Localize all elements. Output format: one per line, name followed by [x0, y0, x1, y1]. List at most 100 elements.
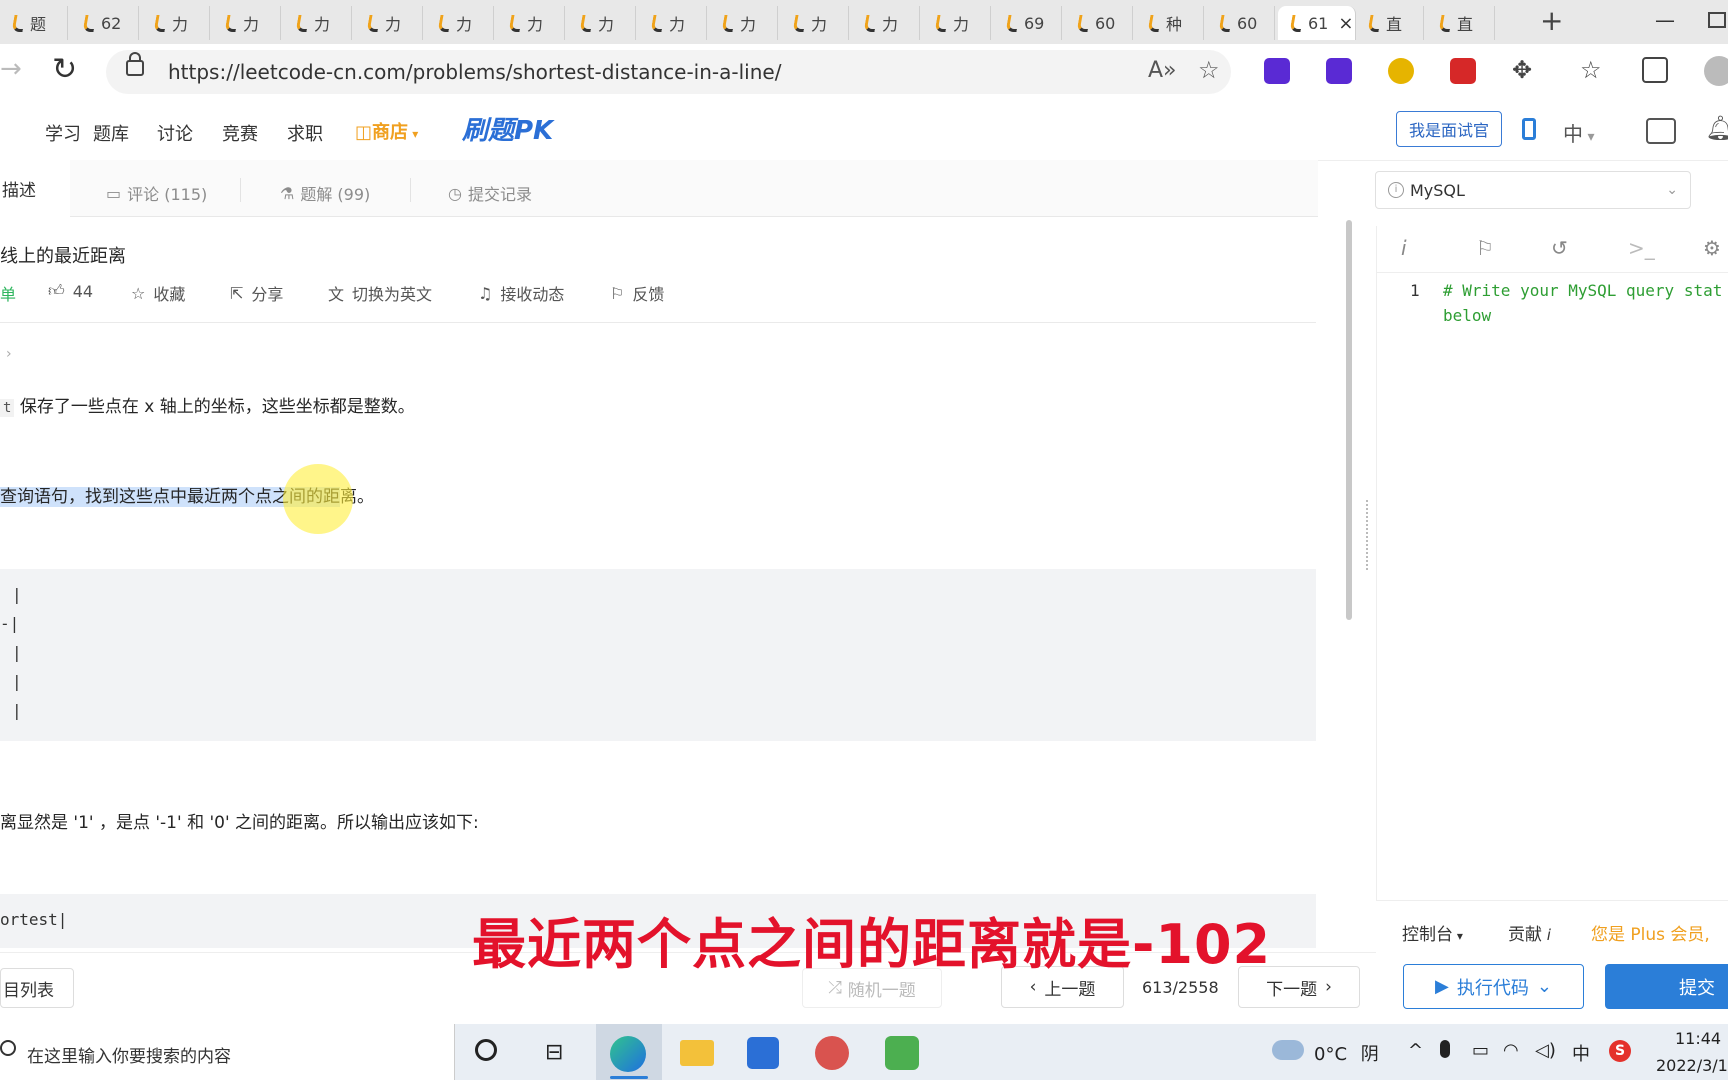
favorite-button[interactable]: ☆ 收藏: [131, 281, 185, 305]
nav-learn[interactable]: 学习: [45, 120, 81, 146]
like-button[interactable]: 👍︎ 44: [48, 281, 93, 301]
browser-tab[interactable]: 60: [1207, 6, 1275, 40]
nav-contest[interactable]: 竞赛: [222, 120, 258, 146]
tab-description[interactable]: 描述: [0, 160, 70, 217]
restore-window-icon[interactable]: [1708, 12, 1726, 28]
language-select[interactable]: i MySQL ⌄: [1375, 171, 1691, 209]
new-tab-button[interactable]: +: [1540, 4, 1563, 37]
task-view-icon[interactable]: ⊟: [545, 1040, 563, 1065]
feedback-button[interactable]: ⚐ 反馈: [610, 281, 664, 305]
extension-3-icon[interactable]: [1388, 58, 1414, 84]
weather-widget[interactable]: 0°C 阴: [1314, 1040, 1379, 1066]
nav-problems[interactable]: 题库: [93, 120, 129, 146]
notification-bell-icon[interactable]: 🔔︎: [1705, 114, 1728, 142]
tab-submissions[interactable]: ◷ 提交记录: [448, 181, 532, 205]
browser-tab[interactable]: 力: [213, 6, 281, 40]
nav-discuss[interactable]: 讨论: [157, 120, 193, 146]
refresh-icon[interactable]: ↻: [52, 52, 77, 87]
cortana-icon[interactable]: [475, 1039, 497, 1061]
app-icon[interactable]: [815, 1036, 849, 1070]
extension-2-icon[interactable]: [1326, 58, 1352, 84]
microphone-icon[interactable]: [1440, 1040, 1450, 1058]
scrollbar[interactable]: [1346, 220, 1352, 620]
nav-jobs[interactable]: 求职: [287, 120, 323, 146]
interviewer-button[interactable]: 我是面试官: [1396, 111, 1502, 147]
battery-icon[interactable]: ▭: [1472, 1040, 1489, 1061]
wifi-icon[interactable]: ◠: [1503, 1040, 1519, 1061]
url-text[interactable]: https://leetcode-cn.com/problems/shortes…: [168, 60, 781, 84]
browser-tab[interactable]: 力: [568, 6, 636, 40]
browser-tab[interactable]: 力: [497, 6, 565, 40]
taskbar-search-placeholder[interactable]: 在这里输入你要搜索的内容: [27, 1042, 231, 1067]
browser-tab[interactable]: 力: [710, 6, 778, 40]
console-prompt-icon[interactable]: >_: [1628, 236, 1655, 260]
follow-button[interactable]: ♫ 接收动态: [478, 281, 564, 305]
search-icon[interactable]: [0, 1040, 16, 1056]
playground-icon[interactable]: [1646, 118, 1676, 144]
tab-comments[interactable]: ▭ 评论 (115): [106, 181, 207, 205]
browser-tab[interactable]: 61 ×: [1278, 6, 1356, 40]
browser-tab[interactable]: 力: [781, 6, 849, 40]
contribute-button[interactable]: 贡献 i: [1508, 920, 1551, 945]
weather-cloud-icon[interactable]: [1272, 1040, 1304, 1060]
profile-avatar[interactable]: [1704, 56, 1728, 86]
edge-browser-icon[interactable]: [610, 1036, 646, 1072]
chevron-right-icon[interactable]: ›: [6, 346, 12, 362]
clock-date[interactable]: 2022/3/1: [1656, 1056, 1728, 1075]
switch-english-button[interactable]: 文切换为英文: [328, 281, 432, 305]
file-explorer-icon[interactable]: [680, 1040, 714, 1066]
editor-code-line[interactable]: below: [1443, 306, 1491, 325]
close-tab-icon[interactable]: ×: [1338, 13, 1353, 34]
code-line: |: [12, 585, 22, 604]
lock-icon[interactable]: [126, 52, 144, 76]
ime-indicator[interactable]: 中: [1572, 1040, 1590, 1066]
sogou-ime-icon[interactable]: S: [1609, 1040, 1631, 1062]
tab-solutions[interactable]: ⚗ 题解 (99): [280, 181, 370, 205]
browser-tab-label: 力: [385, 15, 402, 34]
back-arrow-icon[interactable]: →: [0, 54, 22, 84]
console-button[interactable]: 控制台 ▾: [1402, 920, 1463, 945]
browser-tab[interactable]: 力: [284, 6, 352, 40]
add-favorite-icon[interactable]: ☆: [1198, 56, 1220, 84]
extensions-puzzle-icon[interactable]: ✥: [1512, 56, 1532, 84]
extension-4-icon[interactable]: [1450, 58, 1476, 84]
collections-icon[interactable]: [1642, 57, 1668, 83]
info-icon[interactable]: i: [1401, 236, 1407, 260]
favorites-icon[interactable]: ☆: [1580, 56, 1602, 84]
minimize-button[interactable]: —: [1655, 8, 1675, 32]
run-flag-icon[interactable]: ⚐: [1476, 236, 1494, 260]
browser-tab[interactable]: 直: [1356, 6, 1424, 40]
read-aloud-icon[interactable]: A»: [1148, 58, 1177, 83]
browser-tab[interactable]: 69: [994, 6, 1062, 40]
browser-tab[interactable]: 力: [142, 6, 210, 40]
browser-tab[interactable]: 力: [852, 6, 920, 40]
browser-tab[interactable]: 60: [1065, 6, 1133, 40]
clock-time[interactable]: 11:44: [1675, 1029, 1721, 1048]
mobile-icon[interactable]: [1522, 118, 1536, 140]
nav-pk-logo[interactable]: 刷题PK: [462, 110, 553, 147]
divider: [410, 178, 411, 202]
share-button[interactable]: ⇱ 分享: [230, 281, 283, 305]
run-code-button[interactable]: ▶ 执行代码 ⌄: [1403, 964, 1584, 1009]
reset-icon[interactable]: ↺: [1551, 236, 1568, 260]
language-switch[interactable]: 中 ▾: [1563, 118, 1594, 147]
browser-tab[interactable]: 种: [1136, 6, 1204, 40]
browser-tab[interactable]: 题: [0, 6, 68, 40]
browser-tab[interactable]: 力: [426, 6, 494, 40]
browser-tab[interactable]: 力: [355, 6, 423, 40]
chevron-up-icon[interactable]: ^: [1408, 1040, 1423, 1061]
browser-tab[interactable]: 力: [923, 6, 991, 40]
volume-icon[interactable]: ◁): [1535, 1040, 1556, 1061]
browser-tab[interactable]: 直: [1427, 6, 1495, 40]
nav-store[interactable]: ◫商店 ▾: [355, 118, 418, 144]
store-icon[interactable]: [747, 1037, 779, 1069]
submit-button[interactable]: 提交: [1605, 964, 1728, 1009]
extension-1-icon[interactable]: [1264, 58, 1290, 84]
app-icon[interactable]: [885, 1036, 919, 1070]
editor-code-line[interactable]: # Write your MySQL query stat: [1443, 281, 1722, 300]
browser-tab[interactable]: 力: [639, 6, 707, 40]
settings-gear-icon[interactable]: ⚙: [1703, 236, 1721, 260]
problem-list-button[interactable]: 目列表: [0, 968, 74, 1008]
panel-splitter-handle[interactable]: [1366, 500, 1370, 570]
browser-tab[interactable]: 62: [71, 6, 139, 40]
